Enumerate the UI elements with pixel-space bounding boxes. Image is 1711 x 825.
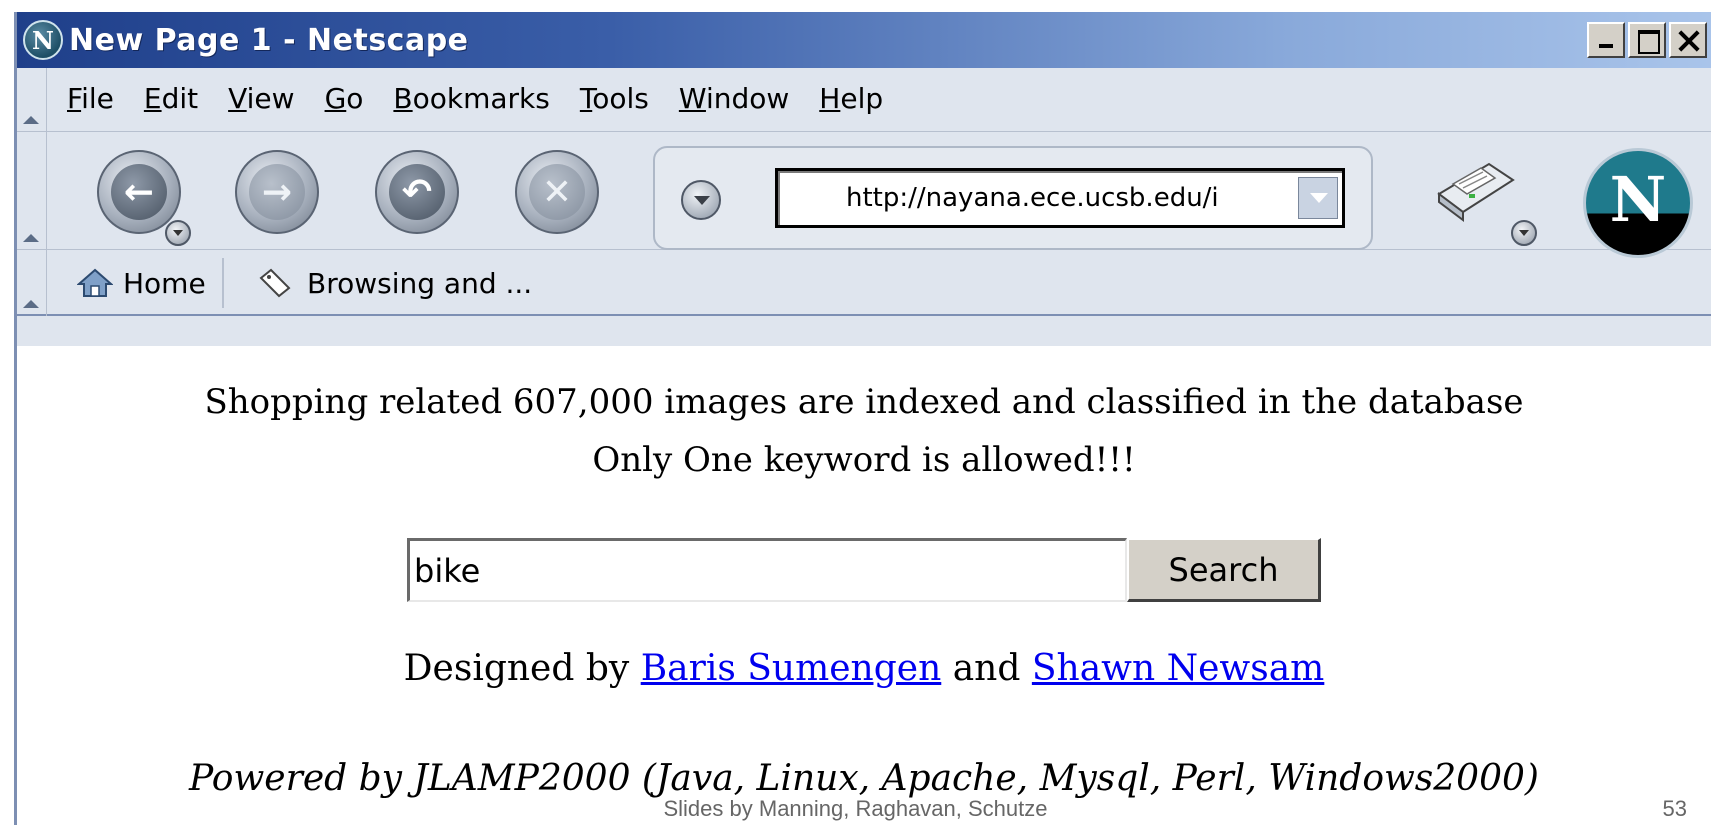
menu-items: File Edit View Go Bookmarks Tools Window… bbox=[67, 82, 883, 115]
personal-toolbar: Home Browsing and ... bbox=[17, 250, 1711, 316]
search-input[interactable] bbox=[407, 538, 1127, 602]
go-dropdown-icon[interactable] bbox=[681, 180, 721, 220]
url-toolbar-group: http://nayana.ece.ucsb.edu/i bbox=[653, 146, 1373, 250]
reload-icon: ↶ bbox=[389, 164, 445, 220]
close-button[interactable] bbox=[1669, 22, 1707, 58]
maximize-button[interactable] bbox=[1628, 22, 1666, 58]
slide-page-number: 53 bbox=[1662, 796, 1687, 821]
browser-chrome: File Edit View Go Bookmarks Tools Window… bbox=[17, 68, 1711, 346]
url-text[interactable]: http://nayana.ece.ucsb.edu/i bbox=[846, 183, 1282, 213]
keyword-rule-text: Only One keyword is allowed!!! bbox=[592, 440, 1136, 480]
designer-link-baris[interactable]: Baris Sumengen bbox=[641, 648, 942, 689]
powered-by-text: Powered by JLAMP2000 (Java, Linux, Apach… bbox=[189, 758, 1539, 799]
toolbar-grip-icon[interactable] bbox=[17, 132, 47, 250]
url-dropdown-icon[interactable] bbox=[1298, 177, 1338, 219]
minimize-button[interactable] bbox=[1587, 22, 1625, 58]
forward-button[interactable]: → bbox=[235, 150, 319, 234]
bookmark-icon bbox=[259, 268, 291, 298]
menu-edit[interactable]: Edit bbox=[144, 82, 198, 115]
netscape-app-icon: N bbox=[23, 20, 63, 60]
forward-arrow-icon: → bbox=[249, 164, 305, 220]
back-arrow-icon: ← bbox=[111, 164, 167, 220]
menu-view[interactable]: View bbox=[228, 82, 294, 115]
designed-by-line: Designed by Baris Sumengen and Shawn New… bbox=[17, 648, 1711, 689]
search-form: Search bbox=[407, 538, 1321, 602]
menu-help[interactable]: Help bbox=[819, 82, 883, 115]
search-button[interactable]: Search bbox=[1127, 538, 1321, 602]
menu-window[interactable]: Window bbox=[679, 82, 789, 115]
reload-button[interactable]: ↶ bbox=[375, 150, 459, 234]
home-label: Home bbox=[123, 266, 206, 300]
designed-by-and: and bbox=[941, 648, 1032, 689]
menu-file[interactable]: File bbox=[67, 82, 114, 115]
bookmark-label: Browsing and ... bbox=[307, 266, 533, 300]
designer-link-shawn[interactable]: Shawn Newsam bbox=[1032, 648, 1324, 689]
stop-icon: ✕ bbox=[529, 164, 585, 220]
url-field[interactable]: http://nayana.ece.ucsb.edu/i bbox=[775, 168, 1345, 228]
back-button[interactable]: ← bbox=[97, 150, 181, 234]
home-button[interactable]: Home bbox=[67, 258, 224, 308]
print-dropdown-icon[interactable] bbox=[1511, 220, 1537, 246]
print-icon[interactable] bbox=[1429, 154, 1519, 224]
back-history-dropdown-icon[interactable] bbox=[165, 220, 191, 246]
browser-window: N New Page 1 - Netscape File Edit View G… bbox=[14, 12, 1711, 825]
menu-go[interactable]: Go bbox=[325, 82, 364, 115]
navigation-toolbar: ← → ↶ ✕ http://nayana.ece.ucsb.edu/i N bbox=[17, 132, 1711, 258]
menu-bar: File Edit View Go Bookmarks Tools Window… bbox=[17, 68, 1711, 132]
slide-caption: Slides by Manning, Raghavan, Schutze bbox=[663, 796, 1048, 821]
home-icon bbox=[77, 268, 113, 297]
netscape-logo[interactable]: N bbox=[1583, 148, 1693, 258]
designed-by-prefix: Designed by bbox=[403, 648, 641, 689]
stop-button[interactable]: ✕ bbox=[515, 150, 599, 234]
bookmark-item[interactable]: Browsing and ... bbox=[257, 258, 532, 308]
title-bar[interactable]: N New Page 1 - Netscape bbox=[17, 12, 1711, 68]
menu-tools[interactable]: Tools bbox=[580, 82, 649, 115]
window-title: New Page 1 - Netscape bbox=[69, 22, 469, 58]
toolbar-grip-icon[interactable] bbox=[17, 250, 47, 316]
window-controls bbox=[1587, 22, 1707, 58]
indexed-images-text: Shopping related 607,000 images are inde… bbox=[204, 382, 1524, 422]
toolbar-grip-icon[interactable] bbox=[17, 68, 47, 132]
page-content: Shopping related 607,000 images are inde… bbox=[17, 346, 1711, 825]
menu-bookmarks[interactable]: Bookmarks bbox=[393, 82, 549, 115]
